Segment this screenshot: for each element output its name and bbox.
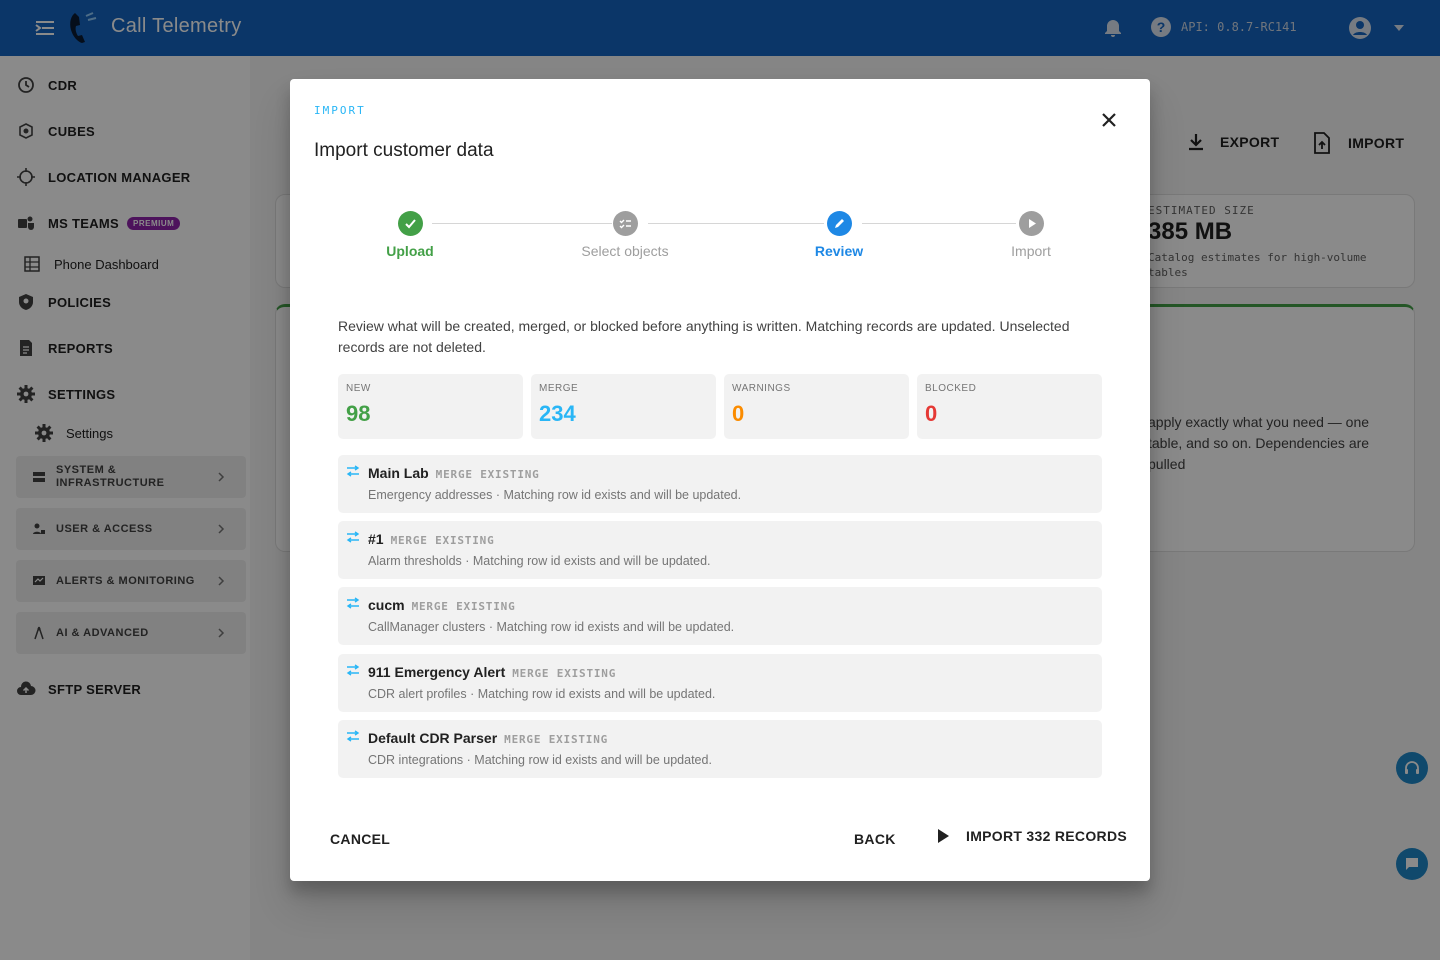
stat-blocked: BLOCKED 0: [917, 374, 1102, 439]
record-title: cucm: [368, 597, 405, 613]
stat-label: MERGE: [539, 383, 579, 394]
record-badge: MERGE EXISTING: [390, 534, 495, 547]
record-title-line: 911 Emergency Alert MERGE EXISTING: [368, 664, 616, 680]
stat-value: 234: [539, 401, 576, 426]
record-badge: MERGE EXISTING: [504, 733, 609, 746]
record-title-line: cucm MERGE EXISTING: [368, 597, 516, 613]
record-title: 911 Emergency Alert: [368, 664, 506, 680]
stat-warnings: WARNINGS 0: [724, 374, 909, 439]
dialog-eyebrow: IMPORT: [314, 104, 366, 117]
merge-arrows-icon: [346, 597, 360, 609]
record-row: Default CDR Parser MERGE EXISTING CDR int…: [338, 720, 1102, 778]
record-title: Default CDR Parser: [368, 730, 498, 746]
merge-arrows-icon: [346, 730, 360, 742]
stat-value: 98: [346, 401, 371, 426]
stat-merge: MERGE 234: [531, 374, 716, 439]
record-title-line: Default CDR Parser MERGE EXISTING: [368, 730, 608, 746]
stat-label: NEW: [346, 383, 371, 394]
record-row: #1 MERGE EXISTING Alarm thresholds · Matc…: [338, 521, 1102, 579]
record-row: Main Lab MERGE EXISTING Emergency address…: [338, 455, 1102, 513]
check-icon: [397, 211, 423, 236]
step-upload[interactable]: Upload: [330, 209, 490, 259]
dialog-title: Import customer data: [314, 140, 494, 161]
checklist-icon: [612, 211, 638, 236]
record-subtitle: CDR integrations · Matching row id exist…: [368, 753, 712, 767]
review-intro: Review what will be created, merged, or …: [338, 318, 1070, 355]
play-icon: [938, 829, 949, 843]
close-icon[interactable]: [1098, 109, 1120, 131]
record-row: cucm MERGE EXISTING CallManager clusters …: [338, 587, 1102, 645]
record-title: Main Lab: [368, 465, 429, 481]
record-badge: MERGE EXISTING: [411, 600, 516, 613]
record-subtitle: CDR alert profiles · Matching row id exi…: [368, 687, 716, 701]
record-title-line: #1 MERGE EXISTING: [368, 531, 495, 547]
merge-arrows-icon: [346, 664, 360, 676]
cancel-button[interactable]: CANCEL: [330, 831, 390, 847]
record-subtitle: Alarm thresholds · Matching row id exist…: [368, 554, 711, 568]
play-icon: [1018, 211, 1044, 236]
record-title: #1: [368, 531, 384, 547]
step-label: Review: [814, 243, 864, 259]
pencil-icon: [826, 211, 852, 236]
record-row: 911 Emergency Alert MERGE EXISTING CDR al…: [338, 654, 1102, 712]
stat-label: WARNINGS: [732, 383, 791, 394]
record-badge: MERGE EXISTING: [512, 667, 617, 680]
stepper: Upload Select objects Review Import: [290, 209, 1150, 269]
stat-label: BLOCKED: [925, 383, 977, 394]
import-dialog: IMPORT Import customer data Upload Selec…: [290, 79, 1150, 881]
step-review[interactable]: Review: [759, 209, 919, 259]
record-subtitle: CallManager clusters · Matching row id e…: [368, 620, 735, 634]
stat-new: NEW 98: [338, 374, 523, 439]
step-label: Upload: [386, 243, 434, 259]
stat-value: 0: [732, 401, 745, 426]
record-subtitle: Emergency addresses · Matching row id ex…: [368, 488, 742, 502]
record-title-line: Main Lab MERGE EXISTING: [368, 465, 540, 481]
back-button[interactable]: BACK: [854, 831, 896, 847]
merge-arrows-icon: [346, 531, 360, 543]
step-import[interactable]: Import: [951, 209, 1111, 259]
step-label: Import: [1011, 243, 1051, 259]
import-records-button[interactable]: IMPORT 332 RECORDS: [936, 828, 1127, 844]
step-label: Select objects: [581, 243, 669, 259]
merge-arrows-icon: [346, 465, 360, 477]
import-records-label: IMPORT 332 RECORDS: [966, 828, 1127, 844]
step-select-objects[interactable]: Select objects: [545, 209, 705, 259]
stat-value: 0: [925, 401, 938, 426]
record-badge: MERGE EXISTING: [435, 468, 540, 481]
